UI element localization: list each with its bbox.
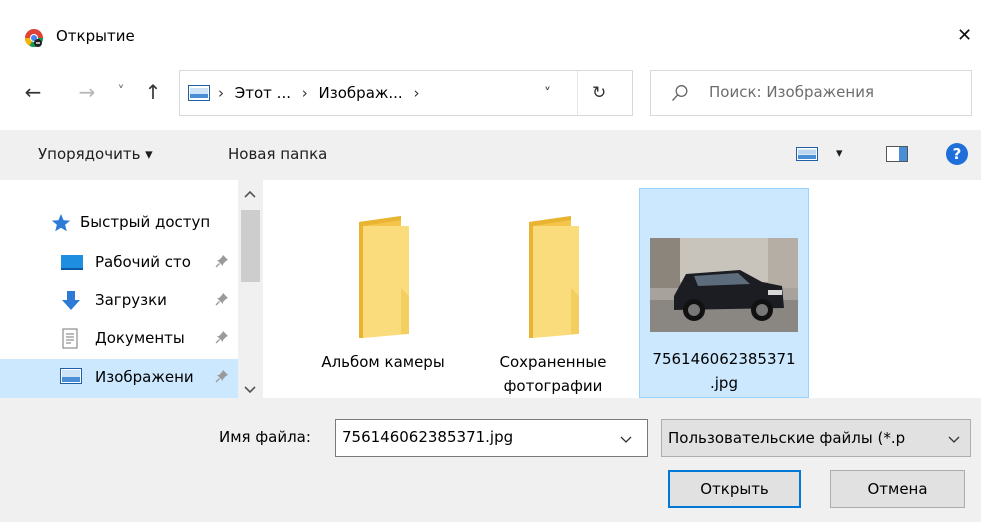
forward-button[interactable]: →	[76, 80, 98, 104]
title-bar: Открытие ✕	[0, 0, 981, 62]
scrollbar-thumb[interactable]	[241, 210, 260, 282]
window-title: Открытие	[56, 27, 135, 45]
navigation-pane: Быстрый доступ Рабочий сто Загрузки Доку…	[0, 180, 263, 398]
desktop-icon	[60, 252, 83, 274]
sidebar-item-pictures[interactable]: Изображени	[0, 359, 238, 398]
file-type-value: Пользовательские файлы (*.p	[668, 429, 906, 447]
pin-icon[interactable]	[215, 254, 229, 272]
organize-button[interactable]: Упорядочить ▾	[38, 145, 153, 163]
chevron-down-icon[interactable]	[620, 432, 632, 448]
new-folder-button[interactable]: Новая папка	[228, 145, 327, 163]
view-options-button[interactable]	[796, 147, 818, 165]
file-item-jpg[interactable]: 756146062385371 .jpg	[639, 188, 809, 398]
open-button[interactable]: Открыть	[668, 470, 801, 508]
chrome-icon	[24, 28, 44, 48]
recent-locations-button[interactable]: ˅	[110, 81, 132, 103]
image-thumbnail	[640, 237, 808, 333]
crumb-separator: ›	[413, 84, 420, 102]
sidebar-item-label: Быстрый доступ	[80, 213, 211, 231]
sidebar-item-desktop[interactable]: Рабочий сто	[0, 244, 238, 280]
file-name: Альбом камеры	[321, 353, 445, 371]
file-item-camera-roll[interactable]: Альбом камеры	[298, 188, 468, 398]
sidebar-scrollbar[interactable]	[238, 180, 263, 398]
file-item-saved-pictures[interactable]: Сохраненные фотографии	[468, 188, 638, 398]
chevron-down-icon: ˅	[117, 84, 125, 100]
sidebar-item-downloads[interactable]: Загрузки	[0, 282, 238, 318]
view-icon	[796, 147, 818, 161]
pin-icon[interactable]	[215, 369, 229, 387]
folder-icon	[298, 208, 468, 348]
forward-arrow-icon: →	[78, 80, 96, 104]
download-icon	[60, 290, 82, 312]
search-icon	[671, 84, 689, 106]
chevron-down-icon: ˅	[544, 86, 551, 102]
up-arrow-icon: ↑	[144, 80, 162, 104]
pictures-icon	[60, 367, 82, 389]
address-bar[interactable]: › Этот ... › Изображ... › ˅ ↻	[179, 70, 633, 116]
back-button[interactable]: ←	[22, 80, 44, 104]
sidebar-item-label: Изображени	[95, 368, 194, 386]
sidebar-item-quick-access[interactable]: Быстрый доступ	[0, 204, 238, 240]
file-name: 756146062385371 .jpg	[652, 350, 796, 392]
pictures-folder-icon	[188, 85, 210, 105]
back-arrow-icon: ←	[24, 80, 42, 104]
documents-icon	[60, 328, 82, 350]
close-icon: ✕	[956, 24, 973, 46]
help-icon: ?	[946, 143, 968, 165]
refresh-button[interactable]: ↻	[592, 83, 606, 103]
divider	[577, 71, 578, 115]
search-box[interactable]	[650, 70, 972, 116]
file-type-dropdown[interactable]: Пользовательские файлы (*.p	[661, 419, 971, 457]
preview-pane-button[interactable]	[886, 146, 908, 166]
help-button[interactable]: ?	[946, 143, 968, 165]
address-dropdown-button[interactable]: ˅	[544, 86, 551, 102]
pin-icon[interactable]	[215, 292, 229, 310]
sidebar-item-label: Документы	[95, 329, 185, 347]
scroll-up-icon[interactable]	[244, 186, 256, 202]
toolbar: Упорядочить ▾ Новая папка ▾ ?	[0, 130, 981, 180]
breadcrumb-this-pc[interactable]: Этот ...	[235, 84, 291, 102]
scroll-down-icon[interactable]	[244, 382, 256, 398]
filename-input[interactable]	[342, 428, 612, 446]
search-input[interactable]	[709, 83, 959, 101]
sidebar-item-label: Загрузки	[95, 291, 167, 309]
chevron-down-icon	[948, 432, 960, 448]
preview-pane-icon	[886, 146, 908, 162]
refresh-icon: ↻	[592, 83, 607, 103]
pin-icon[interactable]	[215, 330, 229, 348]
filename-combobox[interactable]	[335, 419, 648, 457]
filename-label: Имя файла:	[219, 428, 311, 446]
star-icon	[50, 212, 72, 234]
breadcrumb-pictures[interactable]: Изображ...	[319, 84, 403, 102]
view-dropdown-icon[interactable]: ▾	[836, 146, 843, 161]
folder-icon	[468, 208, 638, 348]
cancel-button[interactable]: Отмена	[830, 470, 965, 508]
file-list: Альбом камеры Сохраненные фотографии 756…	[263, 180, 981, 398]
up-button[interactable]: ↑	[142, 80, 164, 104]
sidebar-item-documents[interactable]: Документы	[0, 320, 238, 356]
file-name: Сохраненные фотографии	[499, 353, 607, 395]
crumb-separator: ›	[301, 84, 308, 102]
crumb-separator: ›	[218, 84, 224, 102]
sidebar-item-label: Рабочий сто	[95, 253, 191, 271]
close-button[interactable]: ✕	[948, 18, 981, 52]
